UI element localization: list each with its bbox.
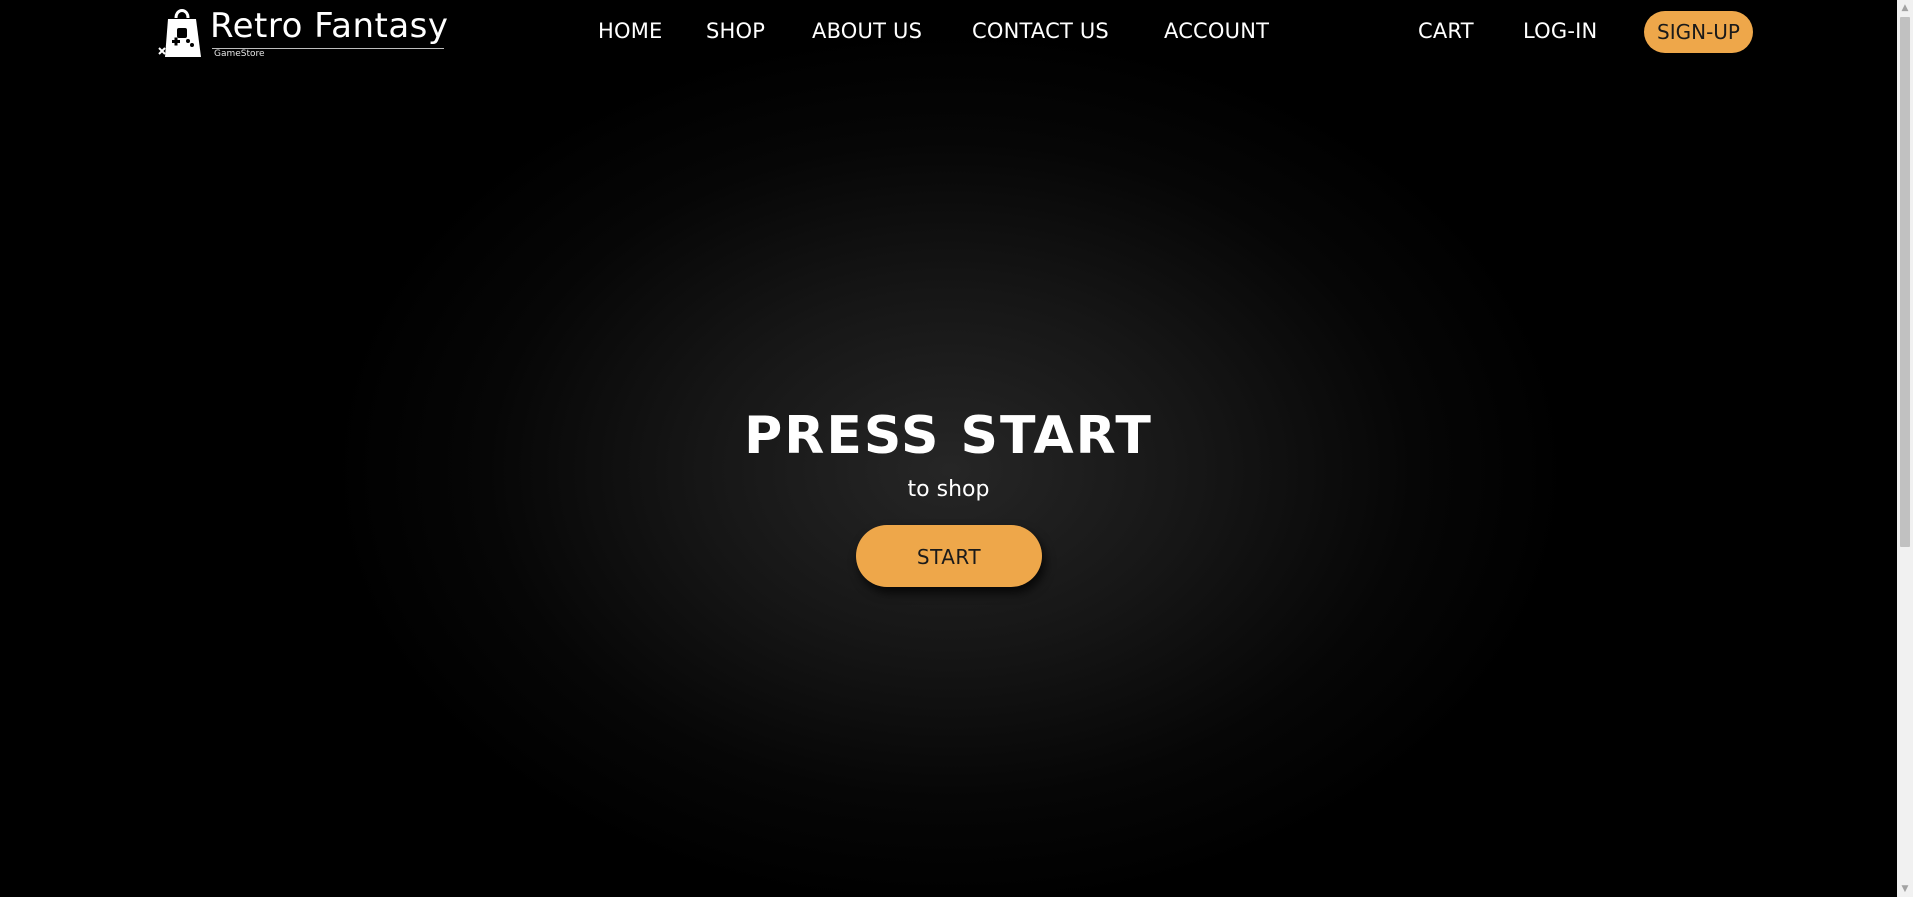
- brand-name: Retro Fantasy: [210, 6, 449, 46]
- start-button[interactable]: START: [856, 525, 1042, 587]
- brand-logo[interactable]: Retro Fantasy GameStore: [158, 4, 448, 60]
- nav-contact-us[interactable]: CONTACT US: [972, 18, 1109, 44]
- scroll-up-arrow-icon[interactable]: ▲: [1897, 0, 1913, 16]
- vertical-scrollbar[interactable]: ▲ ▼: [1897, 0, 1913, 897]
- shopping-bag-gamepad-icon: [158, 9, 201, 57]
- nav-shop[interactable]: SHOP: [706, 18, 765, 44]
- scrollbar-thumb[interactable]: [1900, 17, 1910, 547]
- signup-button[interactable]: SIGN-UP: [1644, 11, 1753, 53]
- login-link[interactable]: LOG-IN: [1523, 18, 1597, 44]
- nav-account[interactable]: ACCOUNT: [1164, 18, 1269, 44]
- scroll-down-arrow-icon[interactable]: ▼: [1897, 881, 1913, 897]
- page: Retro Fantasy GameStore HOME SHOP ABOUT …: [0, 0, 1897, 897]
- brand-tagline: GameStore: [214, 49, 265, 59]
- nav-about-us[interactable]: ABOUT US: [812, 18, 922, 44]
- cart-link[interactable]: CART: [1418, 18, 1474, 44]
- site-header: Retro Fantasy GameStore HOME SHOP ABOUT …: [0, 0, 1897, 64]
- hero-subtitle: to shop: [907, 477, 990, 502]
- hero-title: PRESS START: [744, 406, 1153, 466]
- nav-home[interactable]: HOME: [598, 18, 663, 44]
